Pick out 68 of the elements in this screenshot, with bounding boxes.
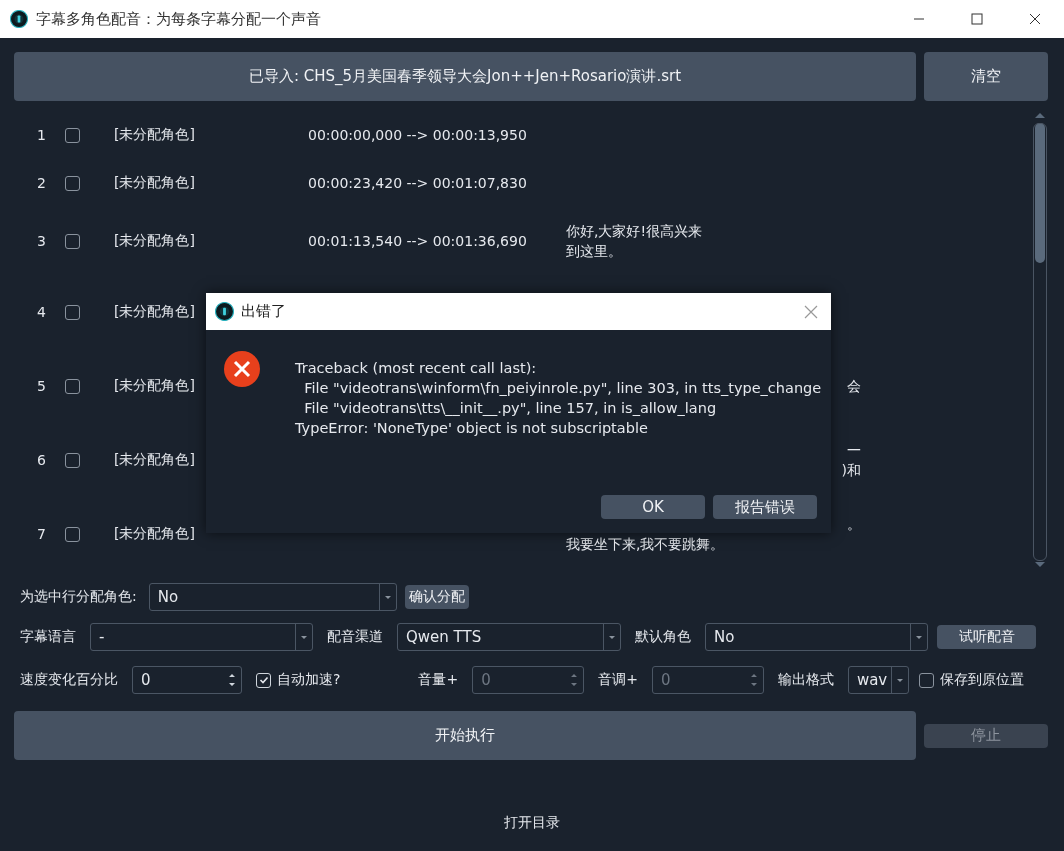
dialog-button[interactable]: OK — [601, 495, 705, 519]
field-label: 输出格式 — [777, 671, 834, 689]
dropdown[interactable]: No — [705, 623, 928, 651]
role-label: [未分配角色] — [114, 525, 195, 543]
checkbox[interactable] — [65, 175, 80, 191]
number-field[interactable]: 0 — [132, 666, 242, 694]
dropdown[interactable]: Qwen TTS — [397, 623, 621, 651]
role-label: [未分配角色] — [114, 451, 195, 469]
field-label: 字幕语言 — [20, 628, 76, 646]
timestamp: 00:01:13,540 --> 00:01:36,690 — [308, 233, 527, 249]
field-label: 速度变化百分比 — [20, 671, 118, 689]
check-icon — [258, 675, 269, 685]
role-label: [未分配角色] — [114, 377, 195, 395]
app-logo-icon — [10, 10, 28, 28]
subtitle-text: 会 — [847, 377, 861, 396]
dropdown[interactable]: - — [90, 623, 313, 651]
subtitle-text: 我要坐下来,我不要跳舞。 — [566, 535, 725, 554]
dialog-title: 出错了 — [241, 302, 286, 321]
role-label: [未分配角色] — [114, 126, 195, 144]
checkbox[interactable] — [65, 378, 80, 394]
subtitle-text: 你好,大家好!很高兴来 — [566, 222, 703, 241]
field-label: 为选中行分配角色: — [20, 588, 137, 606]
field-label: 默认角色 — [635, 628, 691, 646]
scroll-up-icon[interactable] — [1034, 111, 1046, 119]
scrollbar-thumb[interactable] — [1035, 123, 1045, 263]
row-number: 1 — [36, 127, 46, 143]
row-number: 4 — [36, 304, 46, 320]
error-icon — [223, 350, 261, 388]
subtitle-text: 到这里。 — [566, 242, 622, 261]
row-number: 6 — [36, 452, 46, 468]
field-label: 配音渠道 — [327, 628, 383, 646]
scroll-down-icon[interactable] — [1034, 561, 1046, 569]
app-logo-icon — [215, 302, 234, 321]
checkbox-label: 自动加速? — [277, 671, 341, 689]
window-title: 字幕多角色配音：为每条字幕分配一个声音 — [36, 9, 321, 29]
row-number: 7 — [36, 526, 46, 542]
role-dropdown[interactable]: No — [148, 583, 397, 611]
error-message: Traceback (most recent call last): File "videotrans\winform\fn_peiyinrole.py", line 303, in tts_type_change File "videotrans\tts\__init__.py", line 157, in is_allow_lang TypeError: 'NoneType' object is not subscriptable — [295, 359, 822, 438]
dropdown[interactable]: wav — [847, 666, 909, 694]
field-label: 音调+ — [598, 671, 638, 689]
subtitle-text: 一 — [847, 441, 861, 460]
subtitle-text: 。 — [847, 515, 861, 534]
import-file-button[interactable]: 已导入: CHS_5月美国春季领导大会Jon++Jen+Rosario演讲.srt — [14, 52, 916, 101]
checkbox[interactable] — [65, 304, 80, 320]
row-number: 3 — [36, 233, 46, 249]
clear-button[interactable]: 清空 — [924, 52, 1048, 101]
start-button[interactable]: 开始执行 — [14, 711, 916, 760]
checkbox[interactable] — [65, 452, 80, 468]
role-label: [未分配角色] — [114, 303, 195, 321]
checkbox[interactable] — [65, 233, 80, 249]
field-label: 音量+ — [418, 671, 459, 689]
close-icon[interactable] — [804, 304, 818, 319]
checkbox[interactable] — [65, 127, 80, 143]
open-folder-link[interactable]: 打开目录 — [504, 814, 560, 832]
role-label: [未分配角色] — [114, 174, 195, 192]
preview-voice-button[interactable]: 试听配音 — [937, 625, 1036, 649]
confirm-assign-button[interactable]: 确认分配 — [404, 585, 469, 609]
subtitle-text: )和 — [841, 461, 861, 480]
row-number: 2 — [36, 175, 46, 191]
checkbox[interactable] — [256, 672, 271, 688]
checkbox-label: 保存到原位置 — [939, 671, 1024, 689]
role-label: [未分配角色] — [114, 232, 195, 250]
row-number: 5 — [36, 378, 46, 394]
checkbox[interactable] — [65, 526, 80, 542]
checkbox[interactable] — [918, 672, 934, 688]
timestamp: 00:00:23,420 --> 00:01:07,830 — [308, 175, 527, 191]
dialog-button[interactable]: 报告错误 — [713, 495, 817, 519]
timestamp: 00:00:00,000 --> 00:00:13,950 — [308, 127, 527, 143]
